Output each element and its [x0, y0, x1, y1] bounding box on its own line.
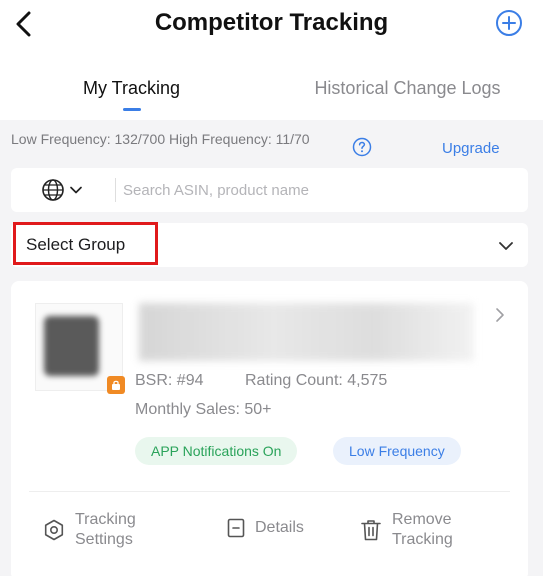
chevron-down-icon: [499, 242, 513, 250]
frequency-quota: Low Frequency: 132/700 High Frequency: 1…: [11, 131, 310, 147]
details-icon: [227, 518, 245, 538]
tracking-settings-label: Tracking Settings: [75, 511, 136, 548]
tab-my-tracking[interactable]: My Tracking: [0, 76, 263, 100]
tracking-settings-button[interactable]: Tracking Settings: [43, 510, 155, 550]
select-group-label: Select Group: [26, 235, 126, 254]
chevron-right-icon[interactable]: [492, 307, 508, 323]
blurred-product-name[interactable]: [139, 303, 474, 361]
search-divider: [115, 178, 116, 202]
monthly-sales: Monthly Sales: 50+: [135, 401, 272, 418]
notifications-tag: APP Notifications On: [135, 437, 298, 465]
frequency-tag: Low Frequency: [333, 437, 461, 465]
remove-tracking-button[interactable]: Remove Tracking: [360, 510, 472, 550]
page-title: Competitor Tracking: [154, 9, 389, 36]
bsr-value: BSR: #94: [135, 372, 204, 389]
marketplace-selector[interactable]: [41, 178, 101, 202]
remove-tracking-label: Remove Tracking: [392, 511, 453, 548]
upgrade-link[interactable]: Upgrade: [442, 140, 500, 157]
add-tracking-button[interactable]: [494, 8, 524, 38]
active-tab-indicator: [123, 108, 141, 111]
rating-count: Rating Count: 4,575: [245, 372, 388, 389]
blurred-product-image: [44, 316, 99, 376]
frequency-badge: [107, 376, 125, 394]
settings-icon: [44, 519, 64, 541]
search-input[interactable]: [123, 175, 513, 205]
search-bar: [11, 168, 528, 212]
lock-icon: [112, 380, 120, 390]
chevron-down-icon: [70, 186, 82, 194]
add-circle-icon: [496, 10, 522, 36]
product-card: BSR: #94 Rating Count: 4,575 Monthly Sal…: [11, 281, 528, 576]
top-bar: Competitor Tracking My Tracking Historic…: [0, 0, 543, 120]
details-label: Details: [255, 519, 304, 536]
card-divider: [29, 491, 510, 492]
trash-icon: [361, 520, 381, 541]
help-circle-icon[interactable]: [352, 137, 372, 157]
tab-historical-change-logs[interactable]: Historical Change Logs: [280, 76, 535, 100]
details-button[interactable]: Details: [227, 518, 304, 538]
select-group-dropdown[interactable]: Select Group: [11, 223, 528, 267]
globe-icon: [42, 179, 64, 201]
